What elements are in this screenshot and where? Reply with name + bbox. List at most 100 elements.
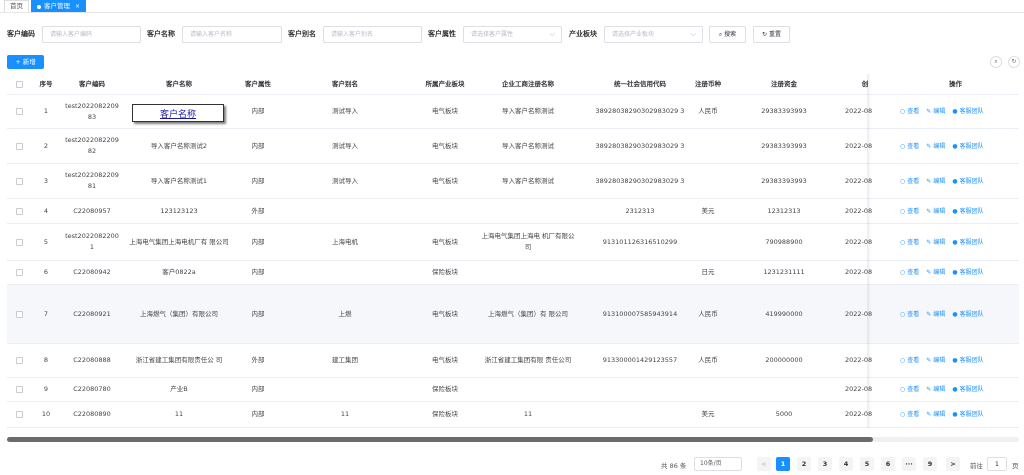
row-checkbox[interactable] [15, 357, 23, 364]
customer-alias-input[interactable]: 请输入客户别名 [323, 26, 422, 43]
cell-name: 123123123 [160, 206, 198, 215]
row-checkbox-cell [13, 129, 25, 163]
team-link[interactable]: ● 客服团队 [952, 355, 983, 366]
view-link[interactable]: ○ 查看 [900, 409, 919, 420]
user-icon: ● [952, 357, 958, 364]
eye-icon: ○ [900, 269, 906, 276]
row-checkbox[interactable] [15, 310, 23, 318]
cell-credit: 913300001429123557 [602, 356, 678, 364]
edit-link[interactable]: ✎ 编辑 [926, 206, 945, 217]
add-button[interactable]: + 新增 [7, 55, 44, 69]
view-link[interactable]: ○ 查看 [900, 384, 919, 395]
row-checkbox[interactable] [15, 177, 23, 185]
cell-capital: 12312313 [767, 206, 801, 215]
search-toggle-icon[interactable]: ⌕ [990, 56, 1002, 68]
user-icon: ● [952, 238, 958, 246]
customer-name-input[interactable]: 请输入客户名称 [182, 26, 282, 43]
team-link[interactable]: ● 客服团队 [952, 409, 983, 420]
edit-link[interactable]: ✎ 编辑 [926, 176, 945, 187]
goto-page-input[interactable]: 1 [987, 457, 1007, 471]
view-link[interactable]: ○ 查看 [900, 355, 919, 366]
edit-label: 编辑 [933, 269, 946, 276]
column-header-currency: 注册币种 [695, 79, 721, 88]
view-link[interactable]: ○ 查看 [900, 309, 919, 320]
team-link[interactable]: ● 客服团队 [952, 384, 983, 395]
close-icon[interactable]: × [75, 1, 80, 12]
page-button[interactable]: 6 [881, 457, 895, 471]
scrollbar-thumb[interactable] [7, 437, 873, 442]
edit-label: 编辑 [933, 310, 946, 318]
sector-select[interactable]: 请选择产业板块 ⌵ [604, 26, 703, 43]
customer-attr-label: 客户属性 [428, 30, 456, 38]
page-button[interactable]: 9 [923, 457, 937, 471]
page-button[interactable]: 4 [839, 457, 853, 471]
page-button[interactable]: 1 [776, 457, 790, 471]
page-button[interactable]: 5 [860, 457, 874, 471]
page-button[interactable]: 3 [818, 457, 832, 471]
cell-name: 导入客户名称测试1 [150, 176, 208, 185]
select-all-checkbox[interactable] [15, 80, 23, 88]
team-link[interactable]: ● 客服团队 [952, 309, 983, 320]
view-link[interactable]: ○ 查看 [900, 206, 919, 217]
customer-attr-select[interactable]: 请选择客户属性 ⌵ [463, 26, 562, 43]
refresh-icon[interactable]: ↻ [1008, 56, 1020, 68]
team-link[interactable]: ● 客服团队 [952, 267, 983, 278]
page-size-select[interactable]: 10条/页 [694, 457, 742, 471]
cell-alias: 11 [340, 410, 350, 418]
user-icon: ● [952, 386, 958, 393]
row-checkbox[interactable] [15, 238, 23, 246]
cell-reg-name: 上海燃气（集团）有 限公司 [487, 309, 569, 318]
prev-page-button[interactable]: < [757, 457, 771, 471]
edit-icon: ✎ [926, 269, 932, 276]
view-link[interactable]: ○ 查看 [900, 267, 919, 278]
user-icon: ● [952, 269, 958, 276]
sector-label: 产业板块 [569, 30, 597, 38]
search-button[interactable]: ⌕ 搜索 [709, 26, 746, 43]
cell-reg-name: 上海电气集团上海电 机厂有限公司 [481, 232, 575, 251]
row-checkbox[interactable] [15, 142, 23, 150]
cell-index: 5 [43, 237, 49, 246]
cell-alias: 上海电机 [332, 237, 358, 246]
cell-attr: 内部 [251, 141, 265, 150]
team-label: 客服团队 [959, 238, 984, 246]
reset-button[interactable]: ↻ 重置 [753, 26, 790, 43]
team-link[interactable]: ● 客服团队 [952, 237, 983, 248]
cell-attr: 内部 [251, 268, 265, 276]
edit-link[interactable]: ✎ 编辑 [926, 141, 945, 152]
eye-icon: ○ [900, 310, 906, 318]
edit-label: 编辑 [933, 207, 946, 215]
edit-link[interactable]: ✎ 编辑 [926, 267, 945, 278]
cell-reg-name: 导入客户名称测试 [502, 176, 554, 185]
cell-currency: 人民币 [698, 356, 718, 364]
team-link[interactable]: ● 客服团队 [952, 206, 983, 217]
more-pages-button[interactable]: ··· [902, 457, 916, 471]
view-link[interactable]: ○ 查看 [900, 237, 919, 248]
next-page-button[interactable]: > [946, 457, 960, 471]
team-link[interactable]: ● 客服团队 [952, 141, 983, 152]
row-checkbox[interactable] [15, 108, 23, 115]
team-link[interactable]: ● 客服团队 [952, 106, 983, 117]
view-link[interactable]: ○ 查看 [900, 106, 919, 117]
horizontal-scrollbar[interactable] [7, 437, 1019, 442]
edit-link[interactable]: ✎ 编辑 [926, 409, 945, 420]
user-icon: ● [952, 207, 958, 215]
row-checkbox[interactable] [15, 411, 23, 418]
customer-code-input[interactable]: 请输入客户编码 [42, 26, 141, 43]
row-checkbox[interactable] [15, 207, 23, 215]
tab-home[interactable]: 首页 [4, 0, 29, 12]
page-button[interactable]: 2 [797, 457, 811, 471]
view-link[interactable]: ○ 查看 [900, 176, 919, 187]
tab-customer-management[interactable]: 客户管理 × [31, 0, 87, 12]
edit-link[interactable]: ✎ 编辑 [926, 106, 945, 117]
edit-link[interactable]: ✎ 编辑 [926, 237, 945, 248]
row-checkbox[interactable] [15, 386, 23, 393]
view-link[interactable]: ○ 查看 [900, 141, 919, 152]
row-checkbox[interactable] [15, 269, 23, 276]
team-link[interactable]: ● 客服团队 [952, 176, 983, 187]
column-header-date: 创 [861, 79, 869, 88]
edit-link[interactable]: ✎ 编辑 [926, 309, 945, 320]
edit-link[interactable]: ✎ 编辑 [926, 384, 945, 395]
edit-link[interactable]: ✎ 编辑 [926, 355, 945, 366]
cell-reg-name [480, 199, 576, 223]
cell-index: 9 [43, 385, 49, 393]
